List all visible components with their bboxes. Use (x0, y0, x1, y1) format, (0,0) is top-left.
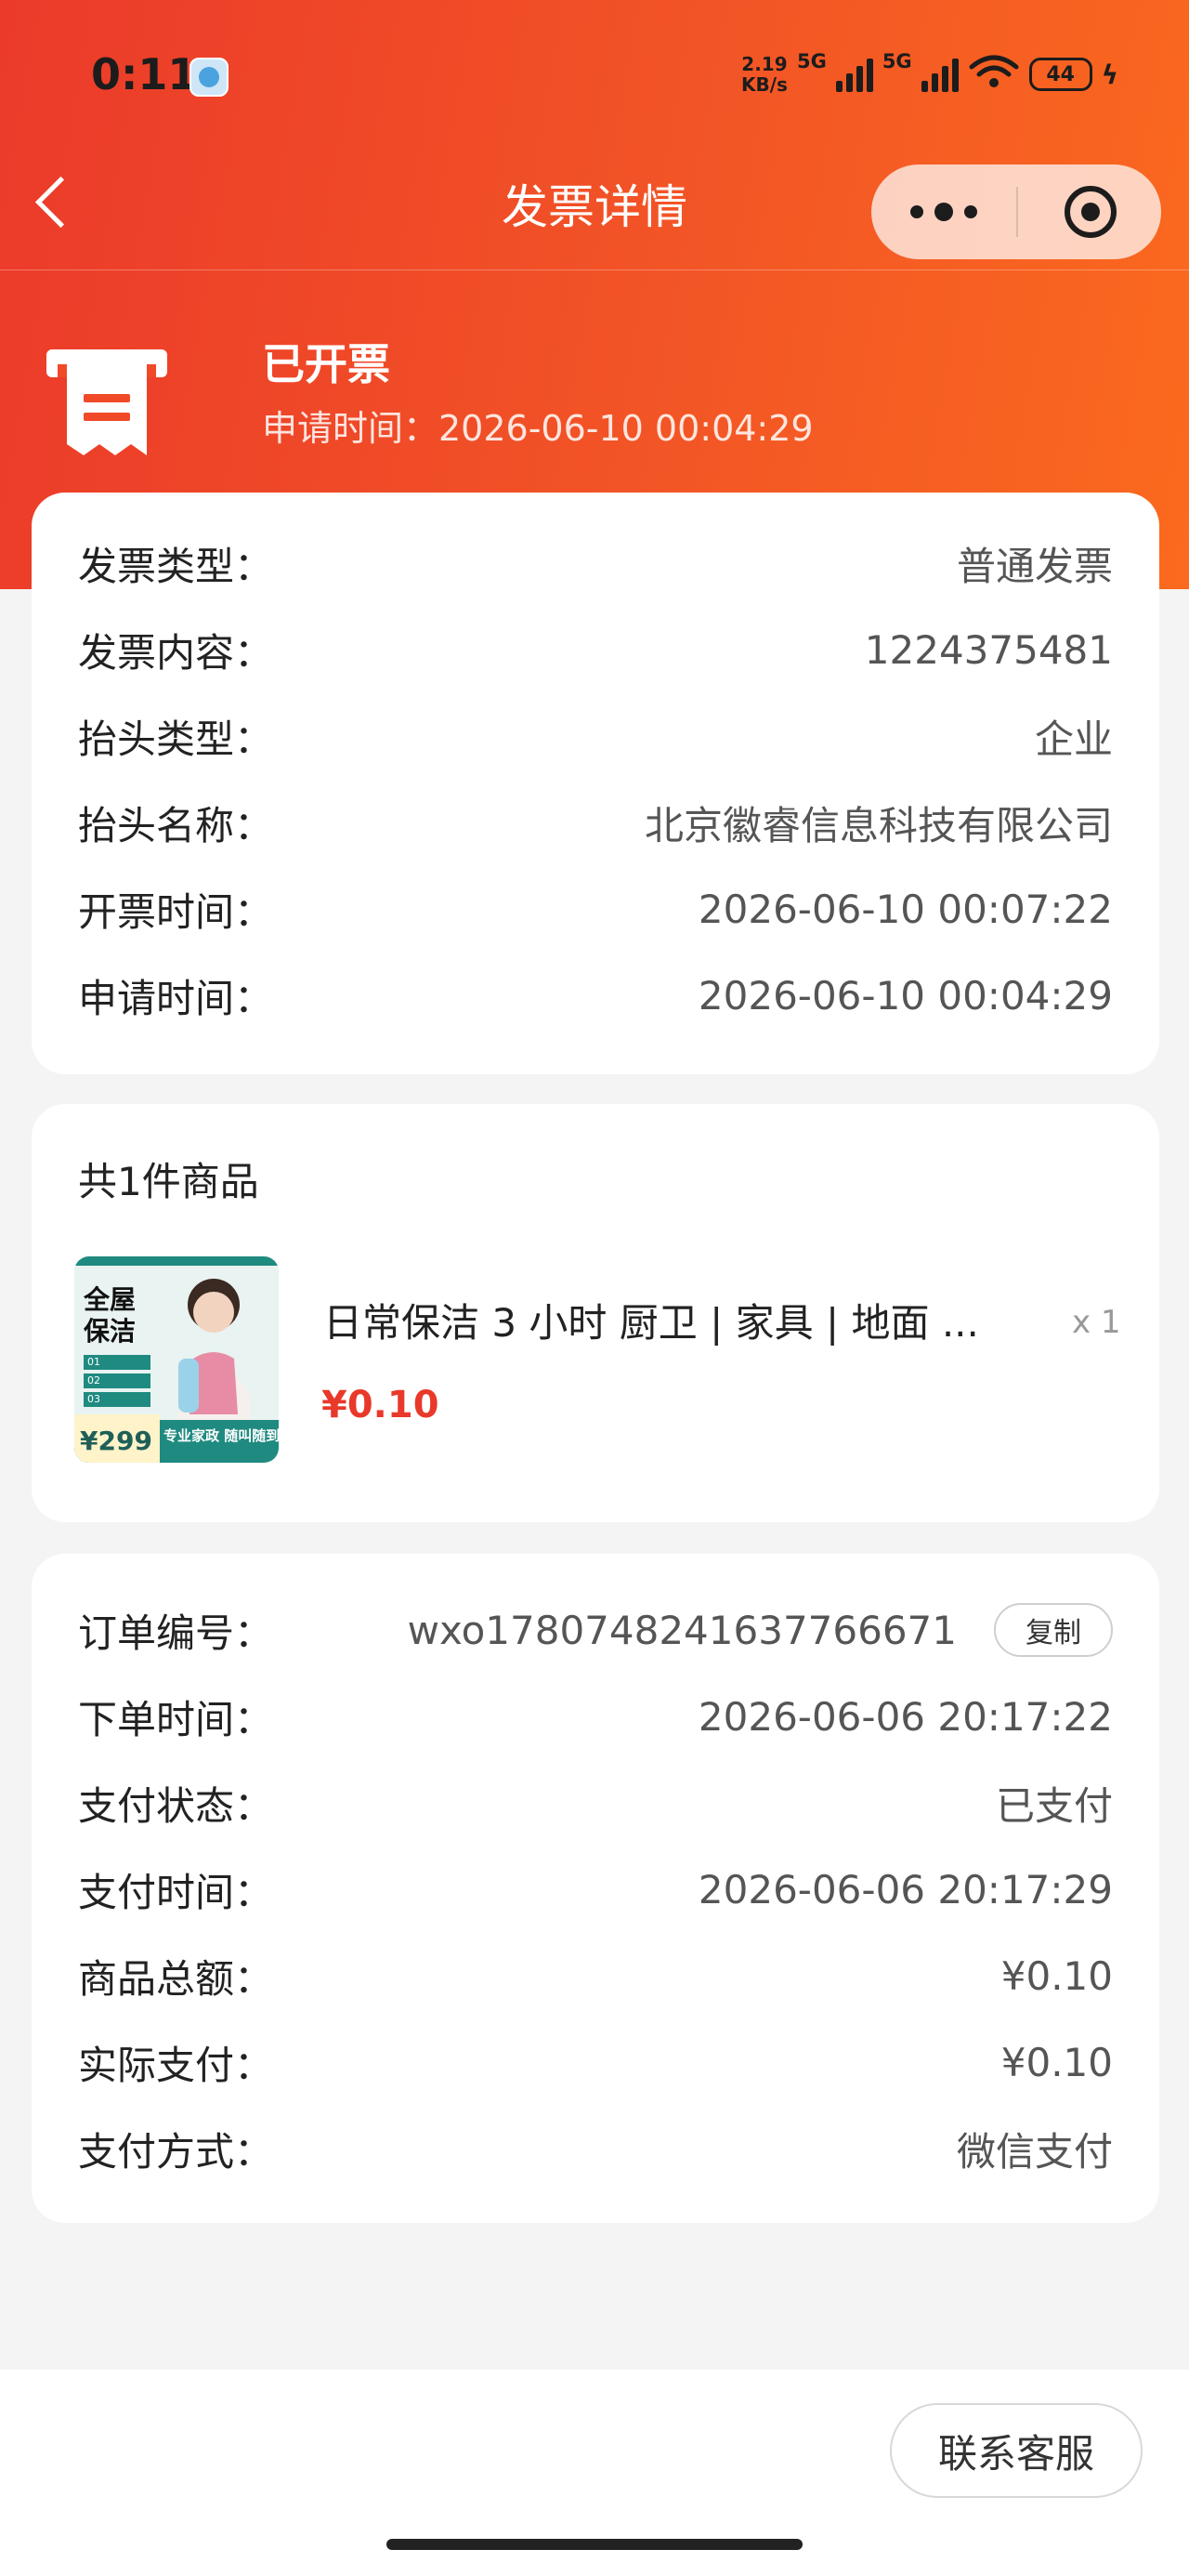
row-label: 支付方式： (78, 2128, 274, 2175)
signal-1-icon (835, 57, 873, 92)
row-value: 2026-06-10 00:04:29 (698, 972, 1113, 1019)
network-type-2: 5G (882, 50, 912, 72)
invoice-icon (46, 346, 167, 461)
row-value: 微信支付 (956, 2128, 1113, 2175)
miniprogram-capsule (871, 164, 1161, 259)
battery-level: 44 (1046, 62, 1075, 86)
goods-card: 共1件商品 全屋 保洁 01 02 03 ¥299 专业家政 随叫随到 日常保洁… (32, 1104, 1159, 1522)
order-info-card: 订单编号： wxo1780748241637766671 复制 下单时间： 20… (32, 1554, 1159, 2223)
battery-icon: 44 (1028, 58, 1092, 91)
product-quantity: x 1 (1072, 1304, 1121, 1341)
order-row-place-time: 下单时间： 2026-06-06 20:17:22 (78, 1689, 1113, 1744)
row-value: ¥0.10 (1000, 1952, 1113, 1999)
thumb-step-1: 01 (84, 1355, 150, 1370)
speed-unit: KB/s (741, 73, 788, 96)
home-indicator[interactable] (386, 2539, 803, 2550)
row-label: 下单时间： (78, 1696, 274, 1742)
row-value: 普通发票 (956, 543, 1113, 589)
info-row-type: 发票类型： 普通发票 (78, 535, 1113, 591)
order-row-pay-time: 支付时间： 2026-06-06 20:17:29 (78, 1861, 1113, 1917)
row-value: 已支付 (995, 1782, 1113, 1829)
product-name[interactable]: 日常保洁 3 小时 厨卫 | 家具 | 地面 ... (323, 1295, 979, 1351)
product-thumbnail[interactable]: 全屋 保洁 01 02 03 ¥299 专业家政 随叫随到 (74, 1256, 279, 1463)
signal-2-icon (921, 57, 959, 92)
row-label: 申请时间： (78, 975, 274, 1021)
network-type-1: 5G (796, 50, 827, 72)
wifi-icon (968, 52, 1020, 98)
close-miniprogram-icon[interactable] (1065, 186, 1117, 238)
row-label: 抬头类型： (78, 716, 274, 762)
invoice-apply-time: 申请时间：2026-06-10 00:04:29 (262, 408, 814, 449)
row-label: 发票类型： (78, 543, 274, 589)
row-value: 2026-06-06 20:17:29 (698, 1866, 1113, 1912)
thumb-promo-price: ¥299 (80, 1426, 152, 1456)
row-value: ¥0.10 (1000, 2039, 1113, 2085)
info-row-apply-time: 申请时间： 2026-06-10 00:04:29 (78, 967, 1113, 1023)
invoice-status-title: 已开票 (262, 339, 390, 389)
copy-button[interactable]: 复制 (994, 1603, 1113, 1657)
info-row-issue-time: 开票时间： 2026-06-10 00:07:22 (78, 881, 1113, 937)
order-number-row: 订单编号： wxo1780748241637766671 复制 (78, 1602, 1113, 1658)
row-value: 2026-06-10 00:07:22 (698, 886, 1113, 932)
status-time: 0:11 (91, 49, 198, 99)
info-row-title-name: 抬头名称： 北京徽睿信息科技有限公司 (78, 795, 1113, 850)
order-row-pay-method: 支付方式： 微信支付 (78, 2121, 1113, 2176)
status-icons: 2.19 KB/s 5G 5G 44 ϟ (741, 48, 1118, 100)
row-label: 发票内容： (78, 629, 274, 676)
order-row-total: 商品总额： ¥0.10 (78, 1948, 1113, 2004)
more-icon[interactable] (910, 200, 977, 224)
app-notification-icon (189, 58, 229, 97)
row-label: 开票时间： (78, 888, 274, 935)
order-number: wxo1780748241637766671 (407, 1607, 957, 1653)
order-row-actual-pay: 实际支付： ¥0.10 (78, 2034, 1113, 2090)
thumb-step-3: 03 (84, 1392, 150, 1407)
charging-icon: ϟ (1101, 59, 1119, 90)
row-label: 抬头名称： (78, 802, 274, 848)
capsule-divider (1016, 187, 1018, 237)
info-row-title-type: 抬头类型： 企业 (78, 708, 1113, 764)
row-value: 北京徽睿信息科技有限公司 (644, 802, 1113, 848)
row-label: 订单编号： (78, 1610, 274, 1656)
order-row-pay-status: 支付状态： 已支付 (78, 1775, 1113, 1831)
contact-service-button[interactable]: 联系客服 (890, 2403, 1143, 2498)
thumb-title-1: 全屋 (84, 1284, 137, 1315)
speed-value: 2.19 (741, 53, 788, 75)
row-label: 实际支付： (78, 2042, 274, 2088)
network-speed: 2.19 KB/s (741, 54, 788, 95)
info-row-content: 发票内容： 1224375481 (78, 622, 1113, 677)
nav-divider (0, 269, 1189, 270)
product-price: ¥0.10 (321, 1384, 439, 1426)
invoice-info-card: 发票类型： 普通发票 发票内容： 1224375481 抬头类型： 企业 抬头名… (32, 493, 1159, 1074)
row-value: 2026-06-06 20:17:22 (698, 1693, 1113, 1740)
goods-count-header: 共1件商品 (78, 1159, 259, 1204)
thumb-step-2: 02 (84, 1373, 150, 1388)
row-label: 商品总额： (78, 1955, 274, 2002)
thumb-title-2: 保洁 (84, 1316, 137, 1347)
row-value: 企业 (1034, 716, 1113, 762)
thumb-banner: 专业家政 随叫随到 (163, 1427, 279, 1444)
row-label: 支付状态： (78, 1782, 274, 1829)
row-value: 1224375481 (864, 626, 1113, 673)
row-label: 支付时间： (78, 1869, 274, 1915)
